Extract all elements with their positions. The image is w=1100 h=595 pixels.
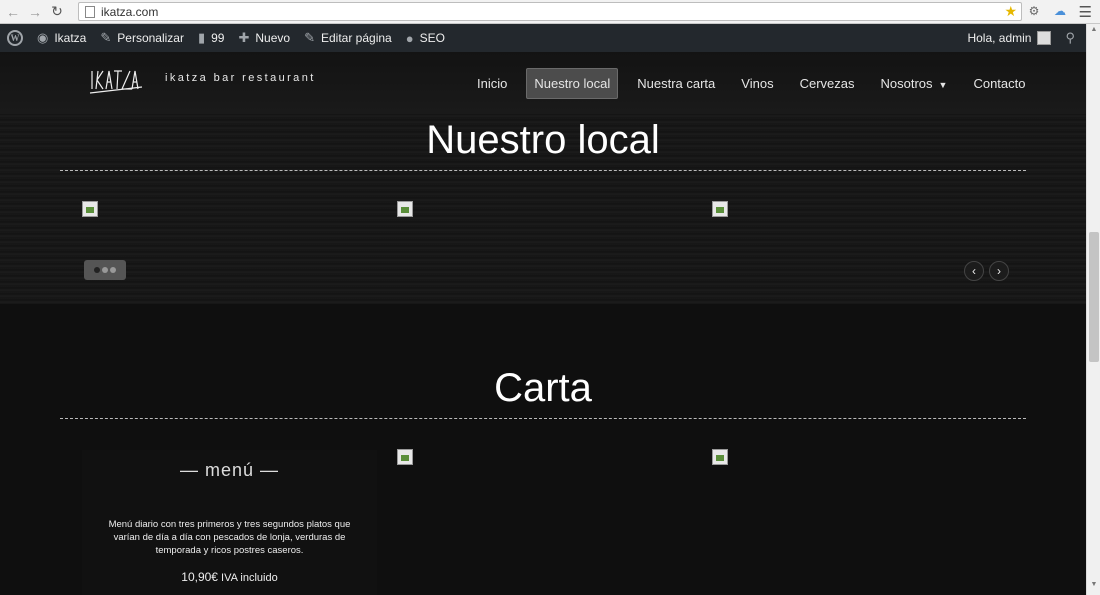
menu-heading: — menú — (179, 460, 280, 480)
menu-price: 10,90€ (181, 570, 218, 584)
browser-toolbar: ← → ↻ ikatza.com ★ ⚙ ☁ ☰ (0, 0, 1100, 24)
gallery-image[interactable] (82, 201, 98, 217)
seo-link[interactable]: ● SEO (399, 24, 452, 52)
nav-nosotros-label: Nosotros (880, 76, 933, 91)
gallery-image[interactable] (397, 201, 413, 217)
divider (60, 418, 1026, 419)
carta-image[interactable] (712, 449, 728, 465)
wp-admin-bar: W ◉ Ikatza ✎ Personalizar ▮ 99 ✚ Nuevo ✎… (0, 24, 1086, 52)
slider-prev-button[interactable]: ‹ (964, 261, 984, 281)
browser-menu-icon[interactable]: ☰ (1079, 3, 1092, 21)
site-header: ikatza bar restaurant Inicio Nuestro loc… (0, 52, 1086, 114)
site-name: Ikatza (54, 31, 87, 45)
slider-dot[interactable] (102, 267, 108, 273)
menu-card[interactable]: — menú — Menú diario con tres primeros y… (82, 450, 377, 595)
url-text: ikatza.com (101, 4, 159, 19)
customize-label: Personalizar (117, 31, 184, 45)
account-menu[interactable]: Hola, admin (960, 24, 1058, 52)
admin-search-button[interactable]: ⚲ (1058, 24, 1082, 52)
wordpress-icon: W (7, 30, 23, 46)
greeting: Hola, admin (967, 31, 1032, 45)
nav-nuestro-local[interactable]: Nuestro local (526, 68, 619, 99)
nav-inicio[interactable]: Inicio (470, 69, 514, 98)
carta-image[interactable] (397, 449, 413, 465)
plus-icon: ✚ (238, 30, 250, 45)
divider (60, 170, 1026, 171)
page-scrollbar[interactable]: ▲ ▼ (1086, 24, 1100, 595)
seo-status-icon: ● (405, 30, 414, 46)
comment-icon: ▮ (197, 30, 206, 45)
forward-icon[interactable]: → (26, 3, 44, 21)
chevron-down-icon: ▼ (938, 80, 948, 90)
avatar (1037, 31, 1052, 45)
main-navigation: Inicio Nuestro local Nuestra carta Vinos… (470, 68, 1045, 99)
slider-dot-active[interactable] (94, 267, 100, 273)
nav-nosotros[interactable]: Nosotros ▼ (874, 69, 955, 98)
edit-page-link[interactable]: ✎ Editar página (297, 24, 399, 52)
scroll-up-icon[interactable]: ▲ (1087, 26, 1100, 38)
nav-contacto[interactable]: Contacto (966, 69, 1032, 98)
seo-label: SEO (419, 31, 445, 45)
new-label: Nuevo (255, 31, 291, 45)
scrollbar-thumb[interactable] (1089, 232, 1099, 362)
page-icon (85, 5, 95, 18)
gallery-image[interactable] (712, 201, 728, 217)
nav-vinos[interactable]: Vinos (734, 69, 780, 98)
cloud-icon[interactable]: ☁ (1052, 3, 1068, 19)
reload-icon[interactable]: ↻ (48, 3, 66, 21)
site-content: ikatza bar restaurant Inicio Nuestro loc… (0, 52, 1086, 595)
slider-dot[interactable] (110, 267, 116, 273)
ikatza-logo[interactable] (88, 63, 144, 99)
slider-next-button[interactable]: › (989, 261, 1009, 281)
nav-nuestra-carta[interactable]: Nuestra carta (630, 69, 722, 98)
back-icon[interactable]: ← (4, 3, 22, 21)
brush-icon: ✎ (100, 30, 112, 45)
edit-page-label: Editar página (320, 31, 392, 45)
nav-cervezas[interactable]: Cervezas (793, 69, 862, 98)
section-title-local: Nuestro local (426, 118, 660, 162)
comments-count: 99 (211, 31, 225, 45)
search-icon: ⚲ (1065, 30, 1075, 45)
comments-link[interactable]: ▮ 99 (191, 24, 232, 52)
menu-description: Menú diario con tres primeros y tres seg… (108, 519, 351, 556)
new-content-link[interactable]: ✚ Nuevo (231, 24, 297, 52)
scroll-down-icon[interactable]: ▼ (1087, 581, 1100, 593)
menu-price-note: IVA incluido (221, 572, 278, 584)
site-name-link[interactable]: ◉ Ikatza (30, 24, 93, 52)
menu-price-line: 10,90€ IVA incluido (82, 570, 377, 584)
pencil-icon: ✎ (304, 30, 315, 45)
address-bar[interactable]: ikatza.com ★ (78, 2, 1022, 21)
slider-pagination (84, 260, 126, 280)
dashboard-icon: ◉ (37, 30, 49, 45)
wp-logo-button[interactable]: W (0, 24, 30, 52)
section-title-carta: Carta (494, 366, 592, 410)
customize-link[interactable]: ✎ Personalizar (93, 24, 191, 52)
extension-icon[interactable]: ⚙ (1026, 3, 1042, 19)
site-tagline: ikatza bar restaurant (165, 72, 316, 84)
bookmark-star-icon[interactable]: ★ (1004, 3, 1017, 20)
